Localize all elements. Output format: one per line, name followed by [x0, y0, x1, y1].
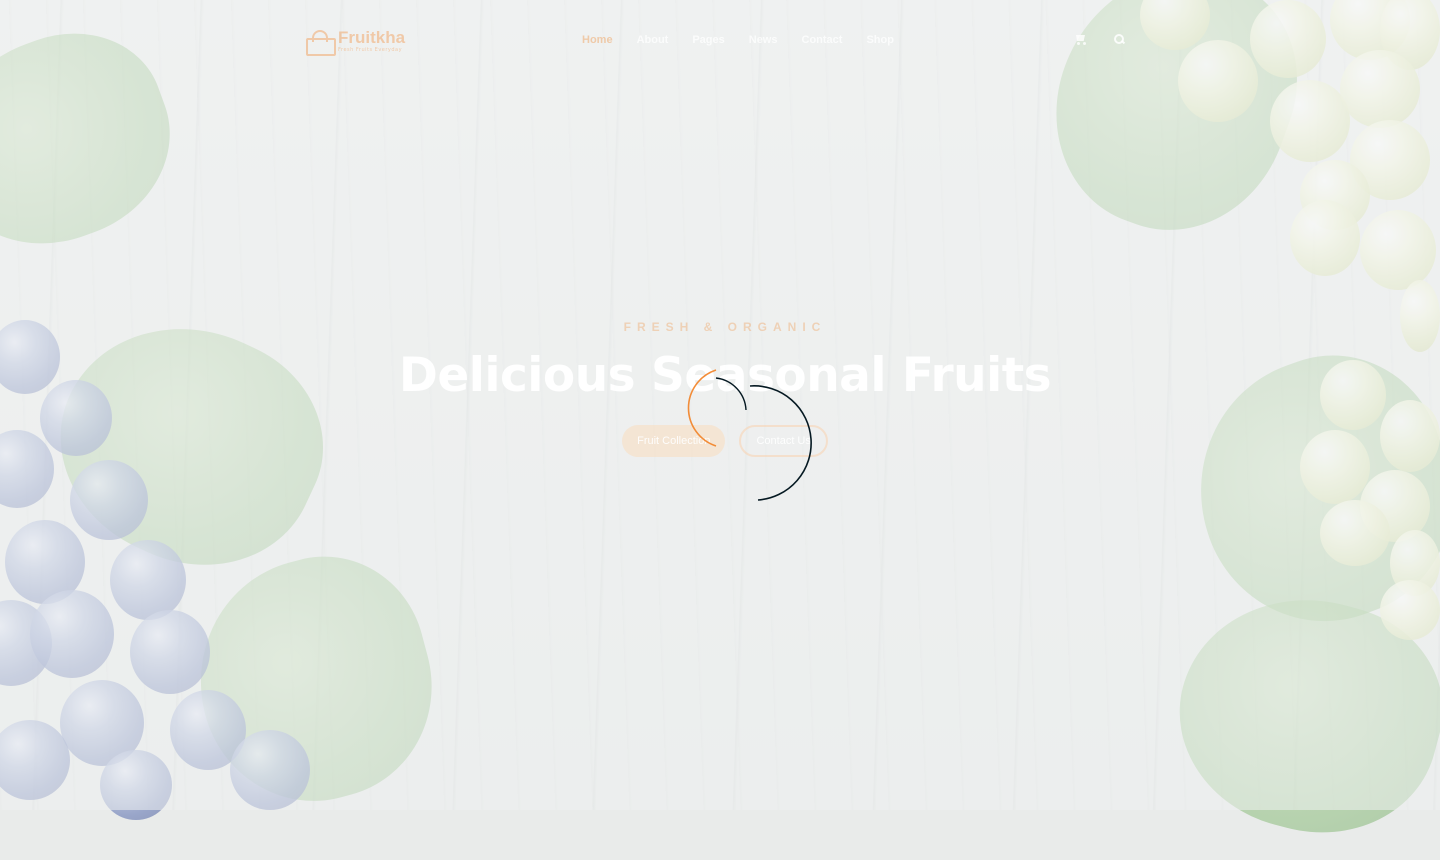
contact-us-button[interactable]: Contact Us	[739, 425, 828, 457]
site-logo[interactable]: Fruitkha Fresh Fruits Everyday	[304, 26, 414, 56]
nav-about[interactable]: About	[625, 32, 681, 48]
logo-tagline: Fresh Fruits Everyday	[338, 47, 403, 53]
hero-title: Delicious Seasonal Fruits	[398, 348, 1052, 403]
nav-shop[interactable]: Shop	[854, 32, 906, 48]
logo-name: Fruitkha	[338, 28, 406, 47]
nav-pages[interactable]: Pages	[680, 32, 736, 48]
main-nav: Home About Pages News Contact Shop	[570, 32, 906, 48]
fruit-collection-button[interactable]: Fruit Collection	[622, 425, 726, 457]
nav-contact[interactable]: Contact	[790, 32, 855, 48]
nav-news[interactable]: News	[737, 32, 790, 48]
site-header: Fruitkha Fresh Fruits Everyday Home Abou…	[0, 0, 1440, 80]
header-icons	[1074, 32, 1126, 46]
cart-icon[interactable]	[1074, 32, 1088, 46]
search-icon[interactable]	[1112, 32, 1126, 46]
basket-icon	[304, 28, 336, 56]
hero-section: FRESH & ORGANIC Delicious Seasonal Fruit…	[0, 320, 1440, 457]
nav-home[interactable]: Home	[570, 32, 625, 48]
hero-subtitle: FRESH & ORGANIC	[623, 320, 827, 334]
hero-buttons: Fruit Collection Contact Us	[10, 425, 1440, 457]
